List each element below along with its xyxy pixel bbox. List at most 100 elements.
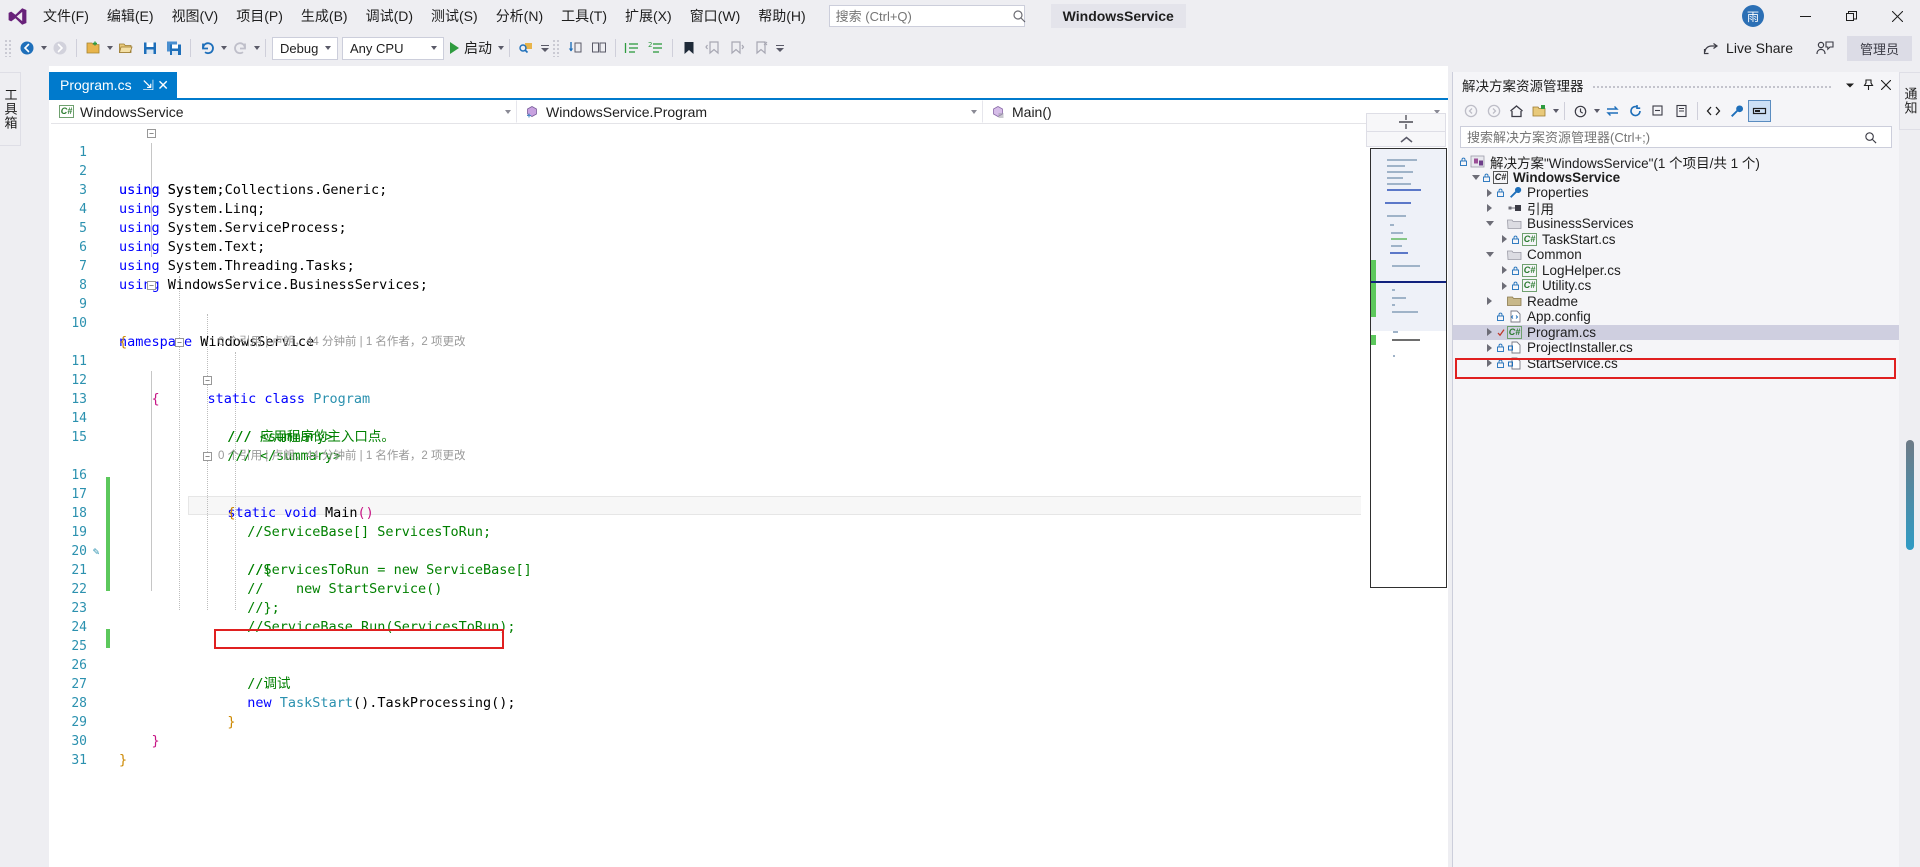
tree-node-readme[interactable]: Readme bbox=[1453, 294, 1899, 310]
code-line-22[interactable]: 22 //}; bbox=[51, 561, 1361, 616]
show-all-files-button[interactable] bbox=[1528, 100, 1551, 122]
expander-right-icon[interactable] bbox=[1483, 188, 1496, 197]
split-horizontal-button[interactable] bbox=[1366, 113, 1446, 132]
tree-node-app-config[interactable]: App.config bbox=[1453, 309, 1899, 325]
editor-vertical-scrollbar[interactable] bbox=[1904, 440, 1916, 558]
pin-tab-icon[interactable]: ⇲ bbox=[141, 75, 156, 95]
save-file-button[interactable] bbox=[138, 36, 162, 60]
step-over-button[interactable] bbox=[587, 36, 611, 60]
tree-node-taskstart-cs[interactable]: C# TaskStart.cs bbox=[1453, 232, 1899, 248]
code-line-11[interactable]: 11 − static class Program bbox=[51, 333, 1361, 407]
redo-caret[interactable] bbox=[252, 36, 261, 60]
code-line-13[interactable]: 13 − /// <summary> bbox=[51, 371, 1361, 445]
tree-node-loghelper-cs[interactable]: C# LogHelper.cs bbox=[1453, 263, 1899, 279]
tree-node-windowsservice[interactable]: C# WindowsService bbox=[1453, 170, 1899, 186]
code-line-16[interactable]: 16 − static void Main() bbox=[51, 447, 1361, 521]
tree-node-businessservices[interactable]: BusinessServices bbox=[1453, 216, 1899, 232]
quick-search-input[interactable] bbox=[835, 8, 1012, 24]
tree-node-program-cs[interactable]: C# Program.cs bbox=[1453, 324, 1899, 340]
code-line-17[interactable]: 17 { bbox=[51, 466, 1361, 521]
forward-button[interactable] bbox=[1482, 100, 1505, 122]
code-line-3[interactable]: 3 using System.Linq; bbox=[51, 162, 1361, 217]
code-line-2[interactable]: 2 using System.Collections.Generic; bbox=[51, 143, 1361, 198]
uncomment-selection-button[interactable]: 2 bbox=[644, 36, 668, 60]
send-feedback-button[interactable] bbox=[1813, 36, 1837, 60]
menu-file[interactable]: 文件(F) bbox=[34, 0, 98, 32]
open-file-button[interactable] bbox=[114, 36, 138, 60]
menu-debug[interactable]: 调试(D) bbox=[357, 0, 422, 32]
menu-project[interactable]: 项目(P) bbox=[227, 0, 292, 32]
panel-close-button[interactable] bbox=[1877, 74, 1895, 96]
pending-changes-filter-button[interactable] bbox=[1569, 100, 1592, 122]
code-line-28[interactable]: 28 } bbox=[51, 675, 1361, 730]
code-line-15[interactable]: 15 /// </summary> bbox=[51, 409, 1361, 464]
home-button[interactable] bbox=[1505, 100, 1528, 122]
menu-analyze[interactable]: 分析(N) bbox=[487, 0, 552, 32]
document-tab-program-cs[interactable]: Program.cs ⇲ ✕ bbox=[49, 72, 177, 98]
code-line-24[interactable]: 24 bbox=[51, 599, 1361, 635]
maximize-button[interactable] bbox=[1828, 0, 1874, 32]
navigate-backward-button[interactable] bbox=[15, 36, 39, 60]
code-line-19[interactable]: 19 ✎ //ServicesToRun = new ServiceBase[] bbox=[51, 504, 1361, 578]
code-editor[interactable]: 1 − using System; 2 using System.Collect… bbox=[51, 124, 1361, 866]
fold-toggle-namespace[interactable]: − bbox=[147, 281, 156, 290]
toolbar-grip-2[interactable] bbox=[552, 39, 560, 57]
previous-bookmark-button[interactable] bbox=[701, 36, 725, 60]
menu-tools[interactable]: 工具(T) bbox=[552, 0, 616, 32]
code-line-5[interactable]: 5 using System.Text; bbox=[51, 200, 1361, 255]
toolbox-dock-tab[interactable]: 工具箱 bbox=[0, 72, 21, 146]
solution-platform-combo[interactable]: Any CPU bbox=[342, 36, 444, 60]
codelens-method[interactable]: 0 个引用 | 卢朗，44 分钟前 | 1 名作者，2 项更改 bbox=[51, 428, 1361, 462]
minimize-button[interactable] bbox=[1782, 0, 1828, 32]
panel-pin-button[interactable] bbox=[1859, 74, 1877, 96]
code-line-29[interactable]: 29 } bbox=[51, 694, 1361, 749]
redo-button[interactable] bbox=[228, 36, 252, 60]
tree-node-references[interactable]: 引用 bbox=[1453, 201, 1899, 217]
solution-configuration-combo[interactable]: Debug bbox=[272, 36, 338, 60]
collapse-all-button[interactable] bbox=[1647, 100, 1670, 122]
start-debug-button[interactable]: 启动 bbox=[446, 36, 496, 60]
menu-help[interactable]: 帮助(H) bbox=[749, 0, 814, 32]
expander-right-icon-2[interactable] bbox=[1483, 204, 1496, 213]
menu-extensions[interactable]: 扩展(X) bbox=[616, 0, 681, 32]
close-tab-icon[interactable]: ✕ bbox=[156, 75, 171, 95]
navbar-project-combo[interactable]: C# WindowsService bbox=[51, 100, 517, 123]
pending-changes-caret[interactable] bbox=[1592, 99, 1601, 123]
menu-window[interactable]: 窗口(W) bbox=[681, 0, 750, 32]
expander-right-icon-6[interactable] bbox=[1483, 297, 1496, 306]
code-line-6[interactable]: 6 using System.Threading.Tasks; bbox=[51, 219, 1361, 274]
code-line-18[interactable]: 18 //ServiceBase[] ServicesToRun; bbox=[51, 485, 1361, 540]
user-avatar[interactable]: 雨 bbox=[1742, 5, 1764, 27]
tree-node-common[interactable]: Common bbox=[1453, 247, 1899, 263]
undo-caret[interactable] bbox=[219, 36, 228, 60]
undo-button[interactable] bbox=[195, 36, 219, 60]
expander-down-icon-3[interactable] bbox=[1483, 252, 1496, 258]
menu-build[interactable]: 生成(B) bbox=[292, 0, 357, 32]
panel-drag-dots[interactable] bbox=[1591, 72, 1833, 97]
expander-right-icon-4[interactable] bbox=[1498, 266, 1511, 275]
code-line-1[interactable]: 1 − using System; bbox=[51, 124, 1361, 198]
code-line-10[interactable]: 10 { bbox=[51, 295, 1361, 350]
step-into-button[interactable] bbox=[563, 36, 587, 60]
code-line-14[interactable]: 14 /// 应用程序的主入口点。 bbox=[51, 390, 1361, 445]
code-line-9[interactable]: 9 − namespace WindowsService bbox=[51, 276, 1361, 350]
search-options-caret[interactable] bbox=[1877, 131, 1888, 144]
start-debug-caret[interactable] bbox=[496, 36, 505, 60]
expander-down-icon[interactable] bbox=[1469, 174, 1482, 180]
fold-toggle-main[interactable]: − bbox=[203, 452, 212, 461]
menu-edit[interactable]: 编辑(E) bbox=[98, 0, 163, 32]
expander-right-icon-9[interactable] bbox=[1483, 359, 1496, 368]
code-line-23[interactable]: 23 //ServiceBase.Run(ServicesToRun); bbox=[51, 580, 1361, 635]
tree-node-solution[interactable]: 解决方案"WindowsService"(1 个项目/共 1 个) bbox=[1453, 154, 1899, 171]
navbar-type-combo[interactable]: WindowsService.Program bbox=[517, 100, 983, 123]
properties-button[interactable] bbox=[1725, 100, 1748, 122]
new-project-caret[interactable] bbox=[105, 36, 114, 60]
code-line-4[interactable]: 4 using System.ServiceProcess; bbox=[51, 181, 1361, 236]
back-dropdown-caret[interactable] bbox=[39, 36, 48, 60]
show-all-files-caret[interactable] bbox=[1551, 99, 1560, 123]
clear-bookmarks-button[interactable] bbox=[749, 36, 773, 60]
back-button[interactable] bbox=[1459, 100, 1482, 122]
solution-explorer-search-input[interactable] bbox=[1467, 129, 1864, 145]
close-button[interactable] bbox=[1874, 0, 1920, 32]
tree-node-properties[interactable]: Properties bbox=[1453, 185, 1899, 201]
